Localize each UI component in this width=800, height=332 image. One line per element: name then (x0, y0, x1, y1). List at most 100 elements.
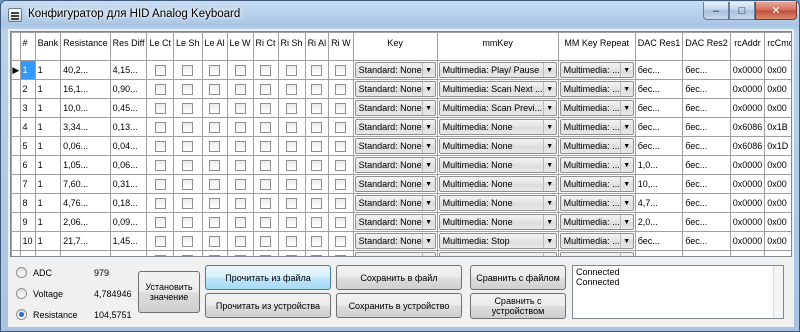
checkbox-cell[interactable] (328, 136, 354, 156)
checkbox-cell[interactable] (252, 193, 279, 213)
mmkey-repeat-cell[interactable]: Multimedia: ... ▼ (557, 212, 636, 232)
checkbox[interactable] (154, 102, 166, 114)
checkbox[interactable] (234, 159, 246, 171)
chevron-down-icon[interactable]: ▼ (619, 177, 633, 191)
cell-dac-res1[interactable]: 4,7... (634, 193, 684, 213)
cell-dac-res2[interactable]: бес... (682, 117, 731, 137)
checkbox-cell[interactable] (172, 98, 203, 118)
key-combo[interactable]: Standard: None ▼ (354, 157, 436, 173)
cell-number[interactable] (19, 250, 36, 256)
checkbox-cell[interactable] (172, 79, 203, 99)
checkbox[interactable] (260, 235, 272, 247)
checkbox[interactable] (311, 64, 323, 76)
row-header[interactable] (11, 117, 21, 137)
cell-bank[interactable]: 1 (34, 117, 62, 137)
checkbox-cell[interactable] (226, 98, 254, 118)
checkbox[interactable] (335, 216, 347, 228)
checkbox-cell[interactable] (172, 250, 203, 256)
checkbox-cell[interactable] (226, 136, 254, 156)
checkbox[interactable] (286, 64, 298, 76)
resistance-radio-dot[interactable] (16, 309, 27, 320)
save-file-button[interactable]: Сохранить в файл (336, 265, 462, 290)
cell-number[interactable]: 6 (19, 155, 36, 175)
repeat-combo[interactable]: Multimedia: ... ▼ (559, 176, 634, 192)
mmkey-cell[interactable]: Multimedia: None ▼ (436, 193, 559, 213)
table-row[interactable]: ▶ 1 1 40,2... 4,15... Standard: None ▼ Multimed… (11, 60, 791, 80)
cell-resistance[interactable]: 10,0... (60, 98, 111, 118)
row-header[interactable] (11, 174, 21, 194)
mmkey-repeat-cell[interactable]: Multimedia: ... ▼ (557, 193, 636, 213)
checkbox[interactable] (234, 140, 246, 152)
mmkey-cell[interactable]: Multimedia: Play/ Pause ▼ (436, 60, 559, 80)
checkbox-cell[interactable] (328, 174, 354, 194)
checkbox[interactable] (182, 102, 194, 114)
chevron-down-icon[interactable]: ▼ (619, 234, 633, 248)
checkbox-cell[interactable] (226, 250, 254, 256)
cell-resistance[interactable]: 0,06... (60, 136, 111, 156)
cell-res-diff[interactable]: 0,09... (109, 212, 148, 232)
checkbox[interactable] (182, 64, 194, 76)
chevron-down-icon[interactable]: ▼ (542, 215, 556, 229)
column-header[interactable]: # (19, 32, 36, 61)
checkbox-cell[interactable] (226, 79, 254, 99)
mmkey-cell[interactable]: Multimedia: None ▼ (436, 117, 559, 137)
checkbox[interactable] (335, 140, 347, 152)
repeat-combo[interactable]: Multimedia: ... ▼ (559, 81, 634, 97)
checkbox-cell[interactable] (226, 174, 254, 194)
key-cell[interactable]: Standard: None ▼ (352, 98, 438, 118)
cell-dac-res1[interactable]: бес... (634, 136, 684, 156)
cell-resistance[interactable]: 7,60... (60, 174, 111, 194)
checkbox-cell[interactable] (252, 250, 279, 256)
key-cell[interactable]: Standard: None ▼ (352, 155, 438, 175)
chevron-down-icon[interactable]: ▼ (421, 215, 435, 229)
cell-res-diff[interactable]: 0,04... (109, 136, 148, 156)
mmkey-repeat-cell[interactable]: Multimedia: ... ▼ (557, 98, 636, 118)
row-header[interactable]: ▶ (11, 60, 21, 80)
checkbox[interactable] (311, 159, 323, 171)
checkbox[interactable] (154, 159, 166, 171)
table-row[interactable]: 6 1 1,05... 0,06... Standard: None ▼ Multimedi… (11, 155, 791, 175)
checkbox-cell[interactable] (252, 60, 279, 80)
checkbox-cell[interactable] (146, 98, 174, 118)
checkbox[interactable] (182, 140, 194, 152)
column-header[interactable]: Le Ct (146, 32, 174, 61)
cell-bank[interactable]: 1 (34, 79, 62, 99)
cell-rc-addr[interactable]: 0x0000 (729, 231, 766, 251)
cell-bank[interactable]: 1 (34, 60, 62, 80)
checkbox[interactable] (154, 197, 166, 209)
checkbox[interactable] (154, 254, 166, 256)
checkbox[interactable] (182, 121, 194, 133)
column-header[interactable]: Le W (226, 32, 254, 61)
checkbox[interactable] (260, 121, 272, 133)
checkbox[interactable] (311, 254, 323, 256)
checkbox[interactable] (234, 197, 246, 209)
adc-radio[interactable]: ADC (16, 267, 52, 278)
column-header[interactable]: Le Sh (172, 32, 203, 61)
column-header[interactable]: DAC Res2 (682, 32, 731, 61)
chevron-down-icon[interactable]: ▼ (619, 101, 633, 115)
cell-resistance[interactable] (60, 250, 111, 256)
checkbox-cell[interactable] (277, 117, 306, 137)
checkbox-cell[interactable] (328, 98, 354, 118)
checkbox-cell[interactable] (172, 174, 203, 194)
chevron-down-icon[interactable]: ▼ (619, 63, 633, 77)
mmkey-repeat-cell[interactable]: Multimedia: ... ▼ (557, 174, 636, 194)
checkbox[interactable] (154, 216, 166, 228)
new-row[interactable]: ✱ ▼ ▼ ▼ (11, 250, 791, 256)
mmkey-cell[interactable]: Multimedia: None ▼ (436, 212, 559, 232)
chevron-down-icon[interactable]: ▼ (619, 139, 633, 153)
checkbox[interactable] (234, 83, 246, 95)
checkbox-cell[interactable] (277, 60, 306, 80)
adc-radio-dot[interactable] (16, 267, 27, 278)
key-cell[interactable]: Standard: None ▼ (352, 79, 438, 99)
row-header[interactable] (11, 212, 21, 232)
table-row[interactable]: 3 1 10,0... 0,45... Standard: None ▼ Multimedi… (11, 98, 791, 118)
checkbox-cell[interactable] (201, 193, 228, 213)
compare-file-button[interactable]: Сравнить с файлом (470, 265, 566, 290)
column-header[interactable]: Bank (34, 32, 62, 61)
cell-dac-res2[interactable] (682, 250, 731, 256)
checkbox-cell[interactable] (146, 60, 174, 80)
cell-res-diff[interactable]: 0,13... (109, 117, 148, 137)
checkbox[interactable] (209, 102, 221, 114)
checkbox-cell[interactable] (328, 231, 354, 251)
